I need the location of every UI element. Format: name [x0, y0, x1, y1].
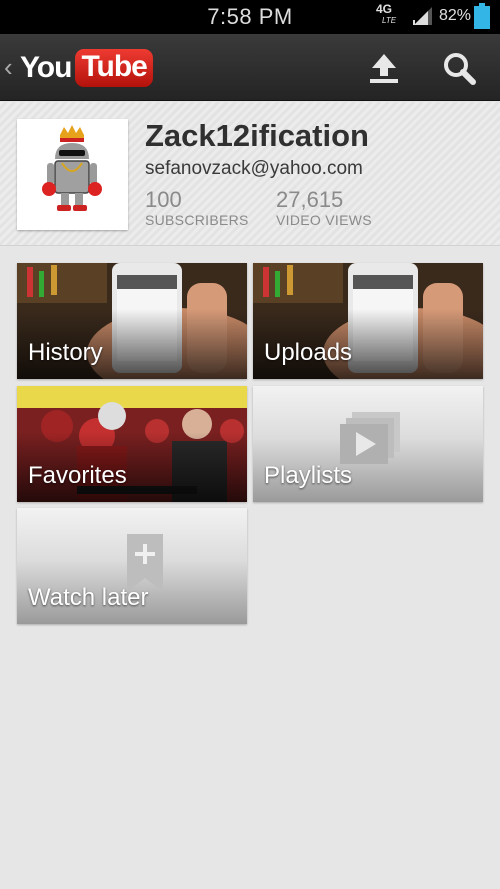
- playlist-icon: [340, 412, 400, 464]
- tile-uploads[interactable]: Uploads: [253, 263, 483, 379]
- avatar[interactable]: [17, 119, 128, 230]
- subscribers-count: 100: [145, 187, 182, 212]
- network-indicator: 4G LTE: [376, 2, 397, 26]
- channel-header: Zack12ification sefanovzack@yahoo.com 10…: [0, 102, 500, 246]
- action-bar: ‹ You Tube: [0, 34, 500, 101]
- subscribers-label: SUBSCRIBERS: [145, 212, 249, 228]
- upload-button[interactable]: [364, 50, 404, 86]
- upload-icon: [370, 54, 398, 83]
- tile-history[interactable]: History: [17, 263, 247, 379]
- search-button[interactable]: [440, 50, 480, 86]
- subscribers-stat: 100 SUBSCRIBERS: [145, 187, 249, 229]
- tile-favorites-label: Favorites: [28, 462, 127, 489]
- tile-favorites[interactable]: Favorites: [17, 386, 247, 502]
- battery-icon: [474, 3, 490, 29]
- android-avatar-icon: [42, 125, 102, 211]
- views-stat: 27,615 VIDEO VIEWS: [276, 187, 372, 229]
- views-count: 27,615: [276, 187, 344, 212]
- channel-email: sefanovzack@yahoo.com: [145, 158, 363, 179]
- tile-uploads-label: Uploads: [264, 339, 353, 366]
- status-bar: 7:58 PM 4G LTE 82%: [0, 0, 500, 34]
- network-subtype: LTE: [382, 16, 397, 25]
- network-type: 4G: [376, 2, 393, 16]
- youtube-logo[interactable]: You Tube: [20, 48, 153, 88]
- tile-history-label: History: [28, 339, 103, 366]
- search-icon: [444, 53, 476, 85]
- battery-percent: 82%: [439, 7, 472, 24]
- logo-tube-text: Tube: [75, 49, 153, 87]
- signal-strength-icon: [413, 7, 432, 25]
- tile-playlists-label: Playlists: [264, 462, 353, 489]
- tile-watch-later[interactable]: Watch later: [17, 508, 247, 624]
- tile-watch-later-label: Watch later: [28, 584, 149, 611]
- back-chevron-icon[interactable]: ‹: [4, 54, 13, 80]
- tile-playlists[interactable]: Playlists: [253, 386, 483, 502]
- views-label: VIDEO VIEWS: [276, 212, 372, 228]
- logo-you-text: You: [20, 51, 72, 84]
- channel-username: Zack12ification: [145, 118, 369, 153]
